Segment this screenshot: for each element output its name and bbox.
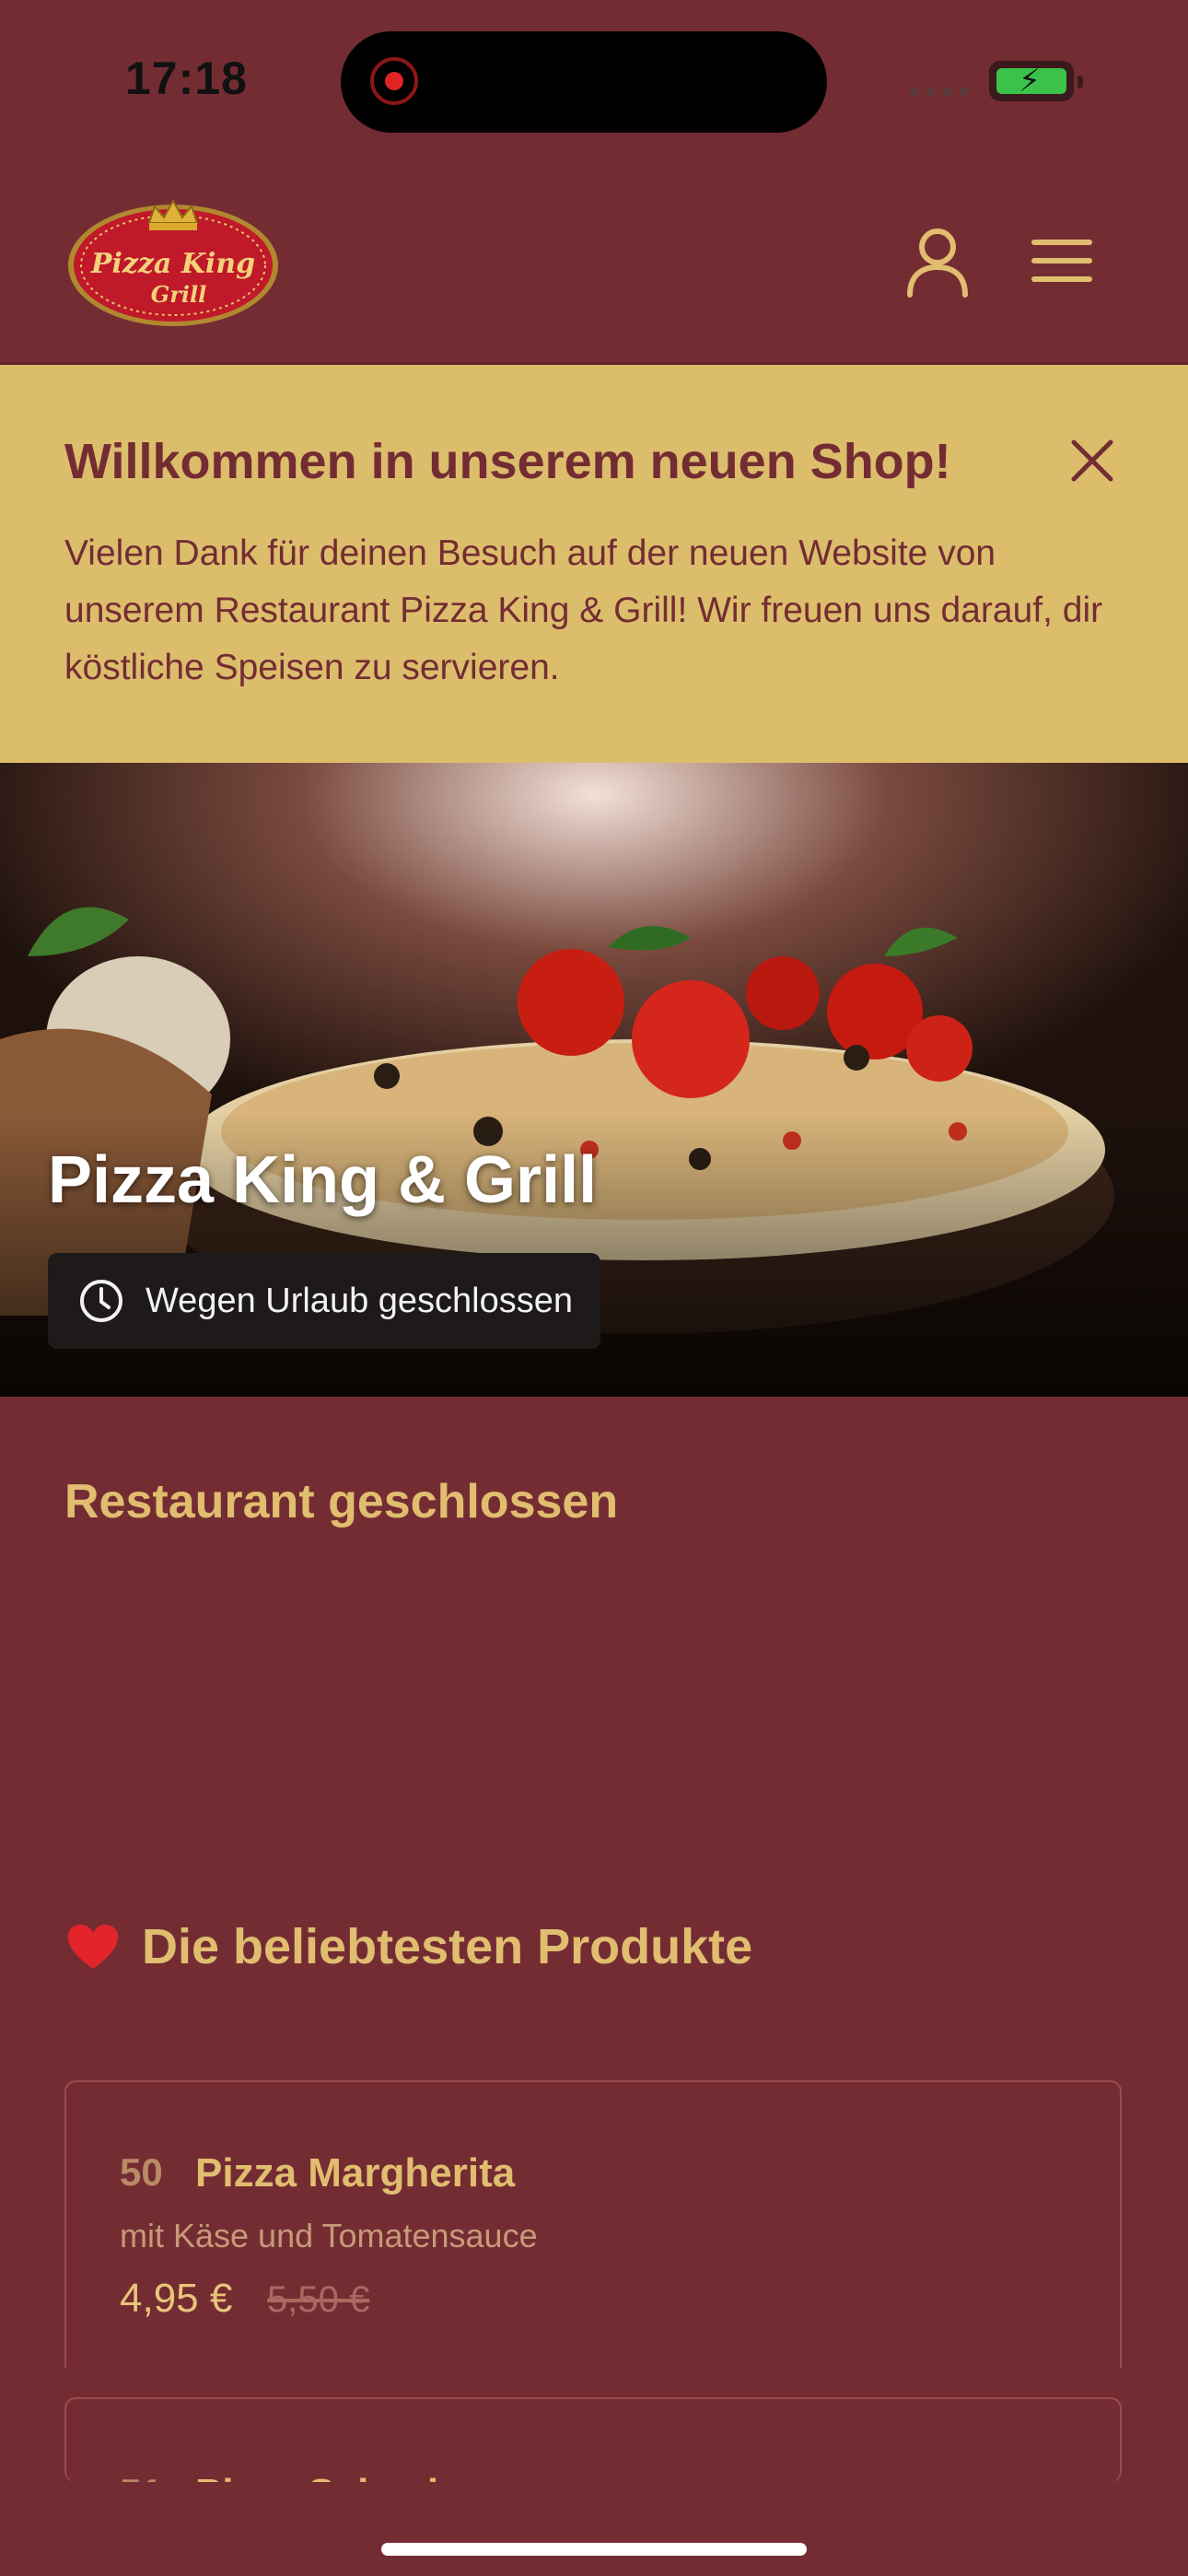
product-number: 50 <box>120 2150 163 2194</box>
heart-icon <box>68 1925 118 1969</box>
banner-text: Vielen Dank für deinen Besuch auf der ne… <box>64 533 1103 687</box>
product-name: Pizza Salami <box>195 2471 438 2482</box>
site-header: Pizza King Grill <box>0 157 1188 365</box>
battery-charging-icon: ⚡ <box>989 61 1083 101</box>
product-card[interactable]: 51 Pizza Salami <box>64 2397 1122 2482</box>
close-icon[interactable] <box>1068 437 1116 485</box>
home-indicator[interactable] <box>381 2543 807 2556</box>
banner-title: Willkommen in unserem neuen Shop! <box>64 434 951 489</box>
popular-products-title: Die beliebtesten Produkte <box>142 1919 753 1974</box>
clock-icon <box>80 1280 122 1322</box>
product-price: 4,95 € <box>120 2276 233 2321</box>
restaurant-name: Pizza King & Grill <box>48 1143 598 1217</box>
logo-text-main: Pizza King <box>90 248 255 280</box>
product-old-price: 5,50 € <box>267 2279 370 2320</box>
logo-text-sub: Grill <box>151 281 207 308</box>
pizza-king-logo[interactable]: Pizza King Grill <box>64 192 282 330</box>
product-number: 51 <box>120 2471 163 2482</box>
opening-status-text: Wegen Urlaub geschlossen <box>146 1281 574 1320</box>
restaurant-closed-heading: Restaurant geschlossen <box>64 1475 619 1528</box>
product-name: Pizza Margherita <box>195 2150 516 2195</box>
cellular-signal-icon <box>910 87 969 96</box>
status-time: 17:18 <box>125 53 248 104</box>
product-card[interactable]: 50 Pizza Margherita mit Käse und Tomaten… <box>64 2080 1122 2368</box>
account-icon[interactable] <box>904 227 971 299</box>
product-description: mit Käse und Tomatensauce <box>120 2217 538 2254</box>
popular-products-heading: Die beliebtesten Produkte <box>66 1918 752 1975</box>
opening-status-badge: Wegen Urlaub geschlossen <box>48 1253 601 1349</box>
recording-indicator-icon <box>370 57 418 105</box>
hamburger-menu-icon[interactable] <box>1031 238 1092 284</box>
